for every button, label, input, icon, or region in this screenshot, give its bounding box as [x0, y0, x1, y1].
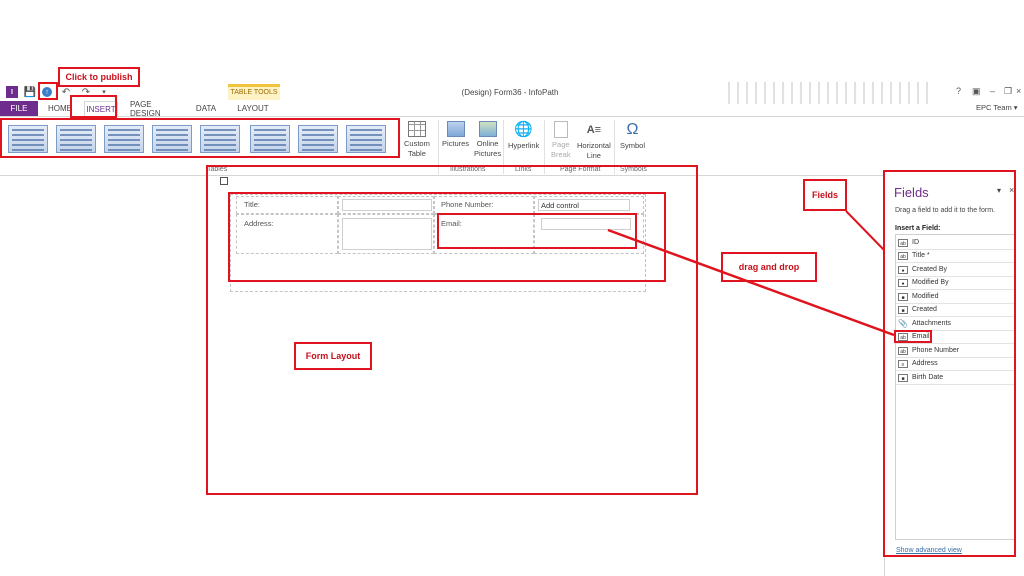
window-title: (Design) Form36 - InfoPath: [461, 88, 559, 97]
annotation-click-to-publish: Click to publish: [58, 67, 140, 87]
tab-file[interactable]: FILE: [0, 101, 38, 116]
ribbon-display-icon[interactable]: ▣: [972, 86, 981, 97]
online-pictures-button[interactable]: Online Pictures: [474, 121, 501, 159]
annotation-form-layout: Form Layout: [294, 342, 372, 370]
page-break-icon: [553, 121, 568, 138]
fields-pointer-line: [845, 210, 885, 251]
minimize-icon[interactable]: –: [990, 86, 995, 96]
annotation-box-publish: [38, 82, 58, 100]
annotation-box-form-layout: [206, 165, 698, 495]
restore-icon[interactable]: ❐: [1004, 86, 1012, 97]
annotation-box-insert-tab: [70, 95, 117, 118]
annotation-drag-and-drop: drag and drop: [721, 252, 817, 282]
annotation-box-fields-pane: [883, 170, 1016, 557]
horizontal-line-button[interactable]: A≡ Horizontal Line: [577, 121, 611, 161]
tab-data[interactable]: DATA: [193, 101, 219, 116]
pictures-button[interactable]: Pictures: [442, 121, 469, 149]
horizontal-line-icon: A≡: [586, 124, 602, 136]
close-icon[interactable]: ×: [1016, 86, 1021, 96]
picture-icon: [446, 121, 465, 137]
account-name[interactable]: EPC Team ▾: [976, 103, 1018, 112]
annotation-fields: Fields: [803, 179, 847, 211]
infopath-logo-icon: I: [6, 86, 18, 98]
page-break-button[interactable]: Page Break: [551, 121, 571, 160]
save-icon[interactable]: 💾: [24, 86, 36, 98]
grid-icon: [407, 121, 426, 137]
tab-layout[interactable]: LAYOUT: [234, 101, 272, 116]
custom-table-button[interactable]: Custom Table: [404, 121, 430, 159]
online-picture-icon: [478, 121, 497, 137]
annotation-box-table-layouts: [0, 118, 400, 158]
tab-page-design[interactable]: PAGE DESIGN: [130, 100, 180, 118]
office-watermark-pattern: [728, 82, 928, 104]
symbol-button[interactable]: Ω Symbol: [620, 121, 645, 151]
globe-link-icon: 🌐: [514, 121, 533, 138]
table-tools-contextual-header: TABLE TOOLS: [228, 84, 280, 100]
omega-icon: Ω: [626, 121, 639, 138]
help-button[interactable]: ?: [956, 86, 961, 96]
annotation-box-email-field: [894, 330, 932, 343]
hyperlink-button[interactable]: 🌐 Hyperlink: [508, 121, 539, 151]
